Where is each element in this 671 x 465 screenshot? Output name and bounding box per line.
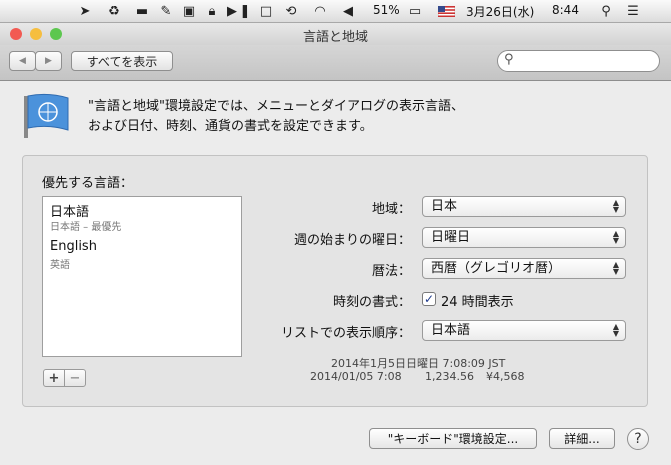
region-value: 日本	[431, 199, 458, 214]
intro-line-1: "言語と地域"環境設定では、メニューとダイアログの表示言語、	[88, 99, 464, 114]
sample-number: 1,234.56	[425, 370, 474, 383]
volume-icon[interactable]: ◀	[340, 3, 356, 19]
lock-icon[interactable]: 🔒︎	[204, 3, 220, 19]
window-icon[interactable]: □	[258, 3, 274, 19]
window-title: 言語と地域	[302, 30, 368, 45]
language-item-sub: 英語	[50, 260, 70, 271]
back-icon: ◀	[19, 56, 26, 66]
wifi-icon[interactable]: ◠	[312, 3, 328, 19]
printer-icon[interactable]: ▬	[134, 3, 150, 19]
menu-bar: ➤ ♻ ▬ ✎ ▣ 🔒︎ ▶ ❚ □ ⟲ ◠ ◀ 51% ▭ 3月26日(水) …	[0, 0, 671, 23]
checkmark-icon: ✓	[423, 292, 435, 306]
updown-arrows-icon: ▲ ▼	[612, 198, 619, 214]
forward-icon: ▶	[45, 56, 52, 66]
edit-icon[interactable]: ✎	[158, 3, 174, 19]
updown-arrows-icon: ▲ ▼	[612, 229, 619, 245]
back-button[interactable]: ◀	[9, 51, 36, 71]
help-button[interactable]: ?	[627, 428, 649, 450]
show-all-button[interactable]: すべてを表示	[71, 51, 173, 71]
intro-line-2: および日付、時刻、通貨の書式を設定できます。	[88, 119, 373, 134]
spotlight-icon[interactable]: ⚲	[598, 3, 614, 19]
advanced-button[interactable]: 詳細...	[549, 428, 615, 449]
calendar-select[interactable]: 西暦（グレゴリオ暦） ▲ ▼	[422, 258, 626, 279]
list-order-select[interactable]: 日本語 ▲ ▼	[422, 320, 626, 341]
region-select[interactable]: 日本 ▲ ▼	[422, 196, 626, 217]
sample-currency: ¥4,568	[486, 370, 525, 383]
battery-percent: 51%	[373, 3, 400, 17]
24-hour-checkbox[interactable]: ✓	[422, 292, 436, 306]
region-label: 地域：	[371, 202, 411, 217]
bookmark-icon[interactable]: ❚	[237, 3, 253, 19]
updown-arrows-icon: ▲ ▼	[612, 260, 619, 276]
list-icon[interactable]: ☰	[625, 3, 641, 19]
keyboard-preferences-button[interactable]: "キーボード"環境設定...	[369, 428, 537, 449]
24-hour-label[interactable]: 24 時間表示	[441, 291, 514, 310]
sample-date-short: 2014/01/05 7:08	[310, 370, 402, 383]
sample-date-long: 2014年1月5日日曜日 7:08:09 JST	[331, 357, 506, 370]
language-list[interactable]: 日本語 日本語 – 最優先 English 英語	[42, 196, 242, 357]
forward-button[interactable]: ▶	[35, 51, 62, 71]
flag-icon[interactable]	[437, 3, 455, 19]
search-icon: ⚲	[504, 52, 514, 67]
calendar-label: 暦法：	[371, 264, 411, 279]
week-start-label: 週の始まりの曜日：	[293, 233, 411, 248]
time-machine-icon[interactable]: ⟲	[283, 3, 299, 19]
toolbar: ◀ ▶ すべてを表示 ⚲	[0, 45, 671, 81]
add-language-button[interactable]: +	[43, 369, 65, 387]
language-item-sub: 日本語 – 最優先	[50, 222, 122, 233]
intro-text: "言語と地域"環境設定では、メニューとダイアログの表示言語、 および日付、時刻、…	[88, 97, 648, 137]
title-bar: 言語と地域	[0, 23, 671, 45]
menubar-date[interactable]: 3月26日(水)	[466, 3, 534, 20]
calendar-value: 西暦（グレゴリオ暦）	[431, 261, 562, 276]
search-input[interactable]: ⚲	[497, 50, 660, 72]
list-order-value: 日本語	[431, 323, 471, 338]
battery-icon[interactable]: ▭	[404, 3, 426, 19]
remove-language-button[interactable]: −	[64, 369, 86, 387]
photo-icon[interactable]: ▣	[181, 3, 197, 19]
time-format-label: 時刻の書式：	[332, 295, 411, 310]
week-start-value: 日曜日	[431, 230, 471, 245]
arrow-app-icon[interactable]: ➤	[77, 3, 93, 19]
updown-arrows-icon: ▲ ▼	[612, 322, 619, 338]
language-item-name[interactable]: English	[50, 239, 97, 254]
list-order-label: リストでの表示順序：	[280, 326, 411, 341]
menubar-time[interactable]: 8:44	[552, 3, 579, 17]
preferred-languages-heading: 優先する言語：	[42, 176, 134, 191]
sync-check-icon[interactable]: ♻	[106, 3, 122, 19]
globe-flag-icon	[22, 90, 70, 138]
week-start-select[interactable]: 日曜日 ▲ ▼	[422, 227, 626, 248]
